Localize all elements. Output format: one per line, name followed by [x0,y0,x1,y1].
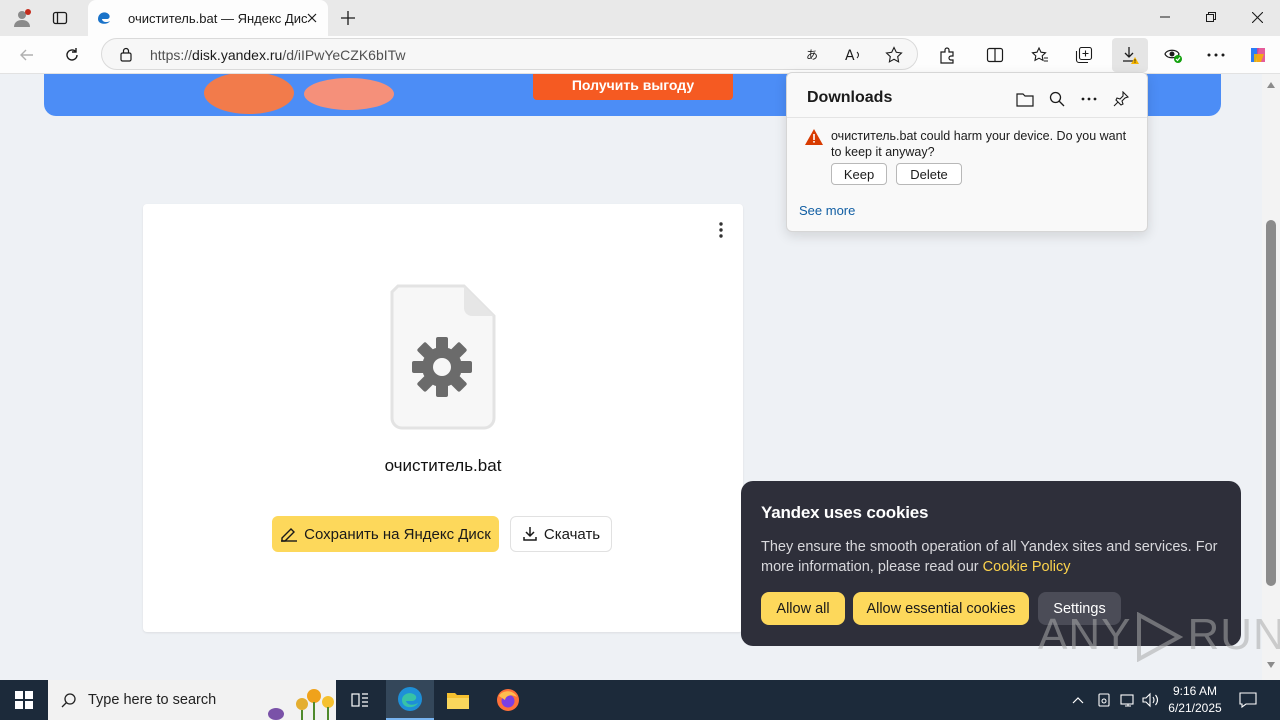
refresh-icon[interactable] [56,39,88,71]
more-icon[interactable] [1200,39,1232,71]
warning-icon [805,129,823,145]
anyrun-watermark: ANY RUN [1038,610,1280,663]
svg-text:A: A [845,48,855,64]
translate-icon[interactable]: あ [802,43,826,67]
back-icon[interactable] [11,39,43,71]
tab-active[interactable]: очиститель.bat — Яндекс Диск [88,0,328,36]
gear-icon [388,284,498,430]
cookie-policy-link[interactable]: Cookie Policy [983,559,1071,575]
download-icon [523,527,537,541]
file-card: очиститель.bat Сохранить на Яндекс Диск … [143,204,743,632]
file-name: очиститель.bat [384,456,502,475]
page-scrollbar[interactable] [1262,74,1280,680]
play-icon [1137,612,1184,663]
download-button-label: Скачать [543,525,601,543]
more-icon[interactable] [1075,85,1103,113]
scrollbar-thumb[interactable] [1266,220,1276,586]
star-icon[interactable] [882,43,906,67]
lock-icon[interactable] [118,46,134,62]
search-icon[interactable] [1043,85,1071,113]
allow-all-button[interactable]: Allow all [761,592,845,625]
see-more-link[interactable]: See more [799,203,855,218]
firefox-icon[interactable] [484,680,532,720]
close-window-icon[interactable] [1234,0,1280,34]
taskbar-search[interactable]: Type here to search [48,680,336,720]
svg-text:あ: あ [806,48,818,62]
download-button[interactable]: Скачать [510,516,612,552]
file-explorer-icon[interactable] [434,680,482,720]
pin-icon[interactable] [1107,85,1135,113]
minimize-icon[interactable] [1142,0,1188,34]
tab-title: очиститель.bat — Яндекс Диск [128,10,308,26]
flowers-icon [268,689,334,720]
volume-icon[interactable] [1141,690,1161,710]
edge-icon [96,10,112,26]
address-bar[interactable]: https://disk.yandex.ru/d/iIPwYeCZK6bITw … [101,38,918,70]
delete-button[interactable]: Delete [896,163,962,185]
profile-icon[interactable] [4,0,40,36]
network-icon[interactable] [1118,690,1138,710]
keep-button[interactable]: Keep [831,163,887,185]
banner-illustration [204,74,294,114]
url-text: https://disk.yandex.ru/d/iIPwYeCZK6bITw [150,47,406,63]
search-icon [61,693,76,708]
banner-illustration [304,78,394,110]
split-screen-icon[interactable] [979,39,1011,71]
search-placeholder: Type here to search [88,692,217,708]
download-icon[interactable] [1112,38,1148,72]
divider [787,117,1147,118]
cookie-title: Yandex uses cookies [761,503,929,522]
notification-icon[interactable] [1238,690,1258,710]
pencil-icon [281,528,298,542]
tab-actions-icon[interactable] [42,0,78,36]
plus-icon[interactable] [336,6,360,30]
chevron-up-icon[interactable] [1068,690,1088,710]
folder-icon[interactable] [1011,85,1039,113]
taskbar: Type here to search 9:16 AM 6/21/2025 [0,680,1280,720]
save-to-disk-button[interactable]: Сохранить на Яндекс Диск [272,516,499,552]
read-aloud-icon[interactable]: A [842,43,866,67]
clock-date: 6/21/2025 [1168,701,1222,715]
browser-toolbar: https://disk.yandex.ru/d/iIPwYeCZK6bITw … [0,36,1280,74]
downloads-panel: Downloads очиститель.bat could harm your… [786,72,1148,232]
close-icon[interactable] [304,10,320,26]
downloads-title: Downloads [807,89,893,106]
banner-cta-button[interactable]: Получить выгоду [533,74,733,100]
clock-time: 9:16 AM [1172,684,1218,698]
save-button-label: Сохранить на Яндекс Диск [304,525,491,543]
scroll-up-icon[interactable] [1266,80,1276,90]
edge-icon[interactable] [386,680,434,720]
more-vertical-icon[interactable] [711,220,731,240]
copilot-icon[interactable] [1242,39,1274,71]
collections-icon[interactable] [1068,39,1100,71]
cookie-text: They ensure the smooth operation of all … [761,539,1218,575]
tab-strip: очиститель.bat — Яндекс Диск [0,0,1280,36]
extensions-icon[interactable] [931,39,963,71]
system-clock[interactable]: 9:16 AM 6/21/2025 [1162,683,1228,717]
restore-icon[interactable] [1188,0,1234,34]
download-warning-text: очиститель.bat could harm your device. D… [831,129,1127,159]
performance-icon[interactable] [1157,39,1189,71]
task-view-icon[interactable] [336,680,384,720]
favorites-icon[interactable] [1024,39,1056,71]
windows-icon[interactable] [0,680,48,720]
device-icon[interactable] [1094,690,1114,710]
allow-essential-button[interactable]: Allow essential cookies [853,592,1029,625]
